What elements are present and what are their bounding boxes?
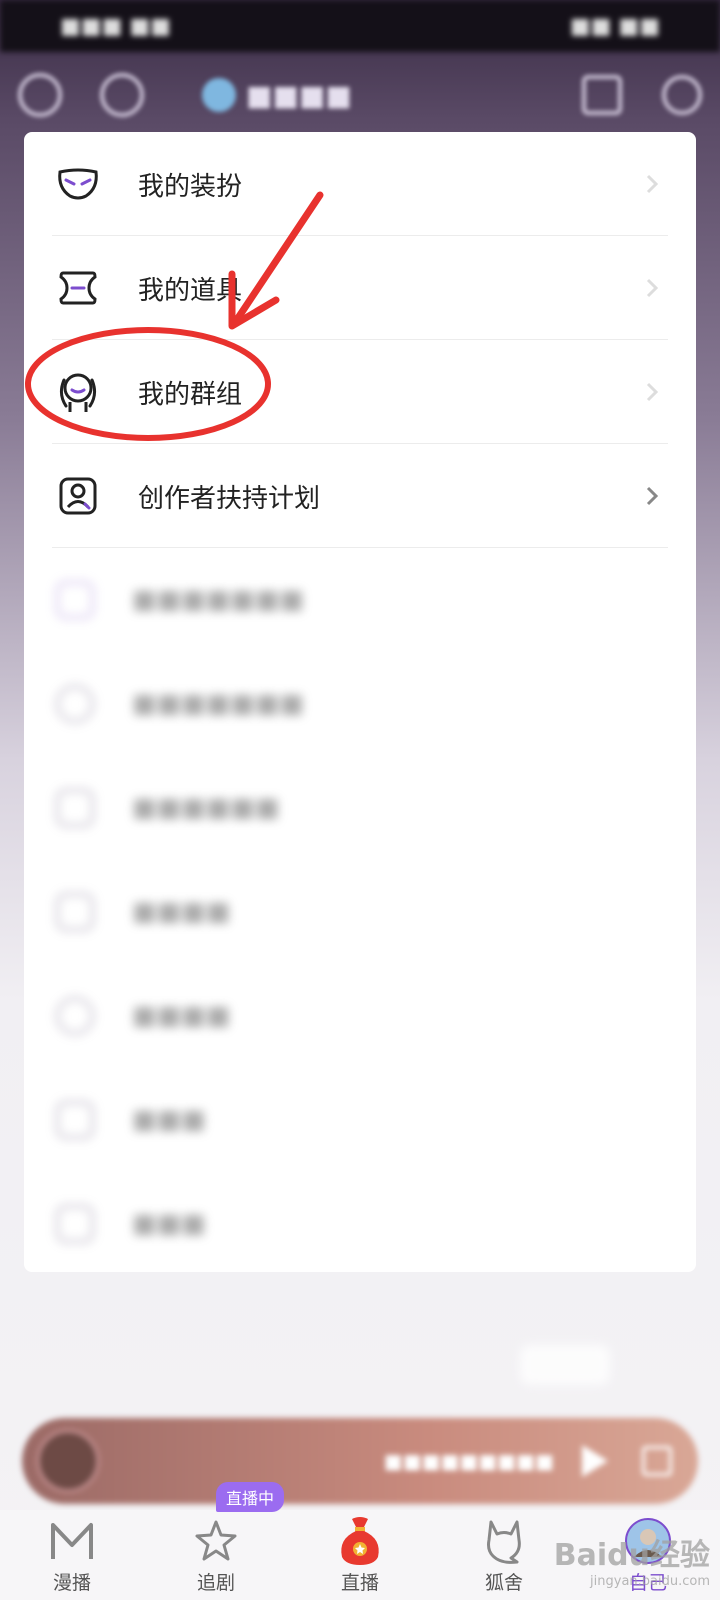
now-playing-text: ■■■■■■■■■ xyxy=(383,1449,554,1473)
creator-icon xyxy=(56,474,100,518)
menu-item-blurred[interactable]: ■■■■■■■ xyxy=(24,548,696,652)
menu-item-label: 我的群组 xyxy=(138,379,243,410)
menu-item-blurred[interactable]: ■■■■ xyxy=(24,860,696,964)
tab-label: 漫播 xyxy=(52,1572,91,1594)
page-title: ■■■■ xyxy=(202,78,352,112)
menu-item-icon xyxy=(56,1205,94,1243)
menu-item-props[interactable]: 我的道具 xyxy=(24,236,696,340)
menu-item-label-blurred: ■■■ xyxy=(132,1105,206,1135)
scan-icon[interactable] xyxy=(582,75,622,115)
group-icon xyxy=(56,370,100,414)
mask-icon xyxy=(56,162,100,206)
playlist-icon[interactable] xyxy=(642,1446,672,1476)
menu-item-label: 我的道具 xyxy=(138,275,243,306)
menu-item-blurred[interactable]: ■■■ xyxy=(24,1068,696,1172)
menu-item-outfit[interactable]: 我的装扮 xyxy=(24,132,696,236)
tab-zhuiju[interactable]: 直播中 追剧 xyxy=(156,1482,285,1600)
headset-icon[interactable] xyxy=(100,73,144,117)
m-logo-icon xyxy=(47,1516,97,1566)
menu-item-label-blurred: ■■■■■■ xyxy=(132,793,280,823)
chevron-right-icon xyxy=(646,174,659,194)
lucky-bag-icon xyxy=(335,1516,385,1566)
menu-item-blurred[interactable]: ■■■■■■ xyxy=(24,756,696,860)
star-icon xyxy=(191,1516,241,1566)
menu-item-icon xyxy=(56,581,94,619)
tab-label: 追剧 xyxy=(196,1572,235,1594)
menu-item-creator-plan[interactable]: 创作者扶持计划 xyxy=(24,444,696,548)
menu-item-icon xyxy=(56,685,94,723)
floating-badge[interactable] xyxy=(520,1345,610,1385)
watermark-url: jingyan.baidu.com xyxy=(590,1574,710,1589)
status-bar: ■■■ ■■ ■■ ■■ xyxy=(0,0,720,52)
top-bar: ■■■■ xyxy=(0,52,720,138)
chevron-right-icon xyxy=(646,278,659,298)
menu-item-icon xyxy=(56,997,94,1035)
tab-label: 直播 xyxy=(340,1572,379,1594)
chevron-right-icon xyxy=(646,382,659,402)
chevron-right-icon xyxy=(646,486,659,506)
tab-live[interactable]: 直播 xyxy=(300,1510,420,1600)
menu-item-label-blurred: ■■■■ xyxy=(132,897,231,927)
menu-item-label-blurred: ■■■ xyxy=(132,1209,206,1239)
menu-item-groups[interactable]: 我的群组 xyxy=(24,340,696,444)
tab-manbo[interactable]: 漫播 xyxy=(12,1510,132,1600)
settings-icon[interactable] xyxy=(18,73,62,117)
menu-item-label-blurred: ■■■■■■■ xyxy=(132,689,304,719)
menu-card: 我的装扮 我的道具 我的群组 创作者扶持计划 ■■■■■■■ ■■■■■■■ ■… xyxy=(24,132,696,1272)
menu-item-blurred[interactable]: ■■■■■■■ xyxy=(24,652,696,756)
clock: ■■ ■■ xyxy=(569,13,660,39)
fox-icon xyxy=(479,1516,529,1566)
menu-item-label-blurred: ■■■■ xyxy=(132,1001,231,1031)
live-badge: 直播中 xyxy=(216,1482,285,1512)
menu-item-blurred[interactable]: ■■■ xyxy=(24,1172,696,1276)
baidu-watermark: Baidu经验 jingyan.baidu.com xyxy=(554,1530,710,1589)
menu-item-icon xyxy=(56,893,94,931)
tab-label: 狐舍 xyxy=(484,1572,523,1594)
menu-item-label: 创作者扶持计划 xyxy=(138,483,321,514)
mini-player[interactable]: ■■■■■■■■■ xyxy=(22,1418,698,1504)
menu-item-icon xyxy=(56,1101,94,1139)
play-icon[interactable] xyxy=(582,1445,608,1477)
menu-item-label-blurred: ■■■■■■■ xyxy=(132,585,304,615)
carrier-info: ■■■ ■■ xyxy=(60,13,171,39)
watermark-brand: Baidu经验 xyxy=(553,1538,710,1573)
menu-item-label: 我的装扮 xyxy=(138,171,243,202)
menu-item-blurred[interactable]: ■■■■ xyxy=(24,964,696,1068)
album-cover[interactable] xyxy=(36,1429,100,1493)
menu-item-icon xyxy=(56,789,94,827)
search-icon[interactable] xyxy=(662,75,702,115)
tab-fox-house[interactable]: 狐舍 xyxy=(444,1510,564,1600)
ticket-icon xyxy=(56,266,100,310)
